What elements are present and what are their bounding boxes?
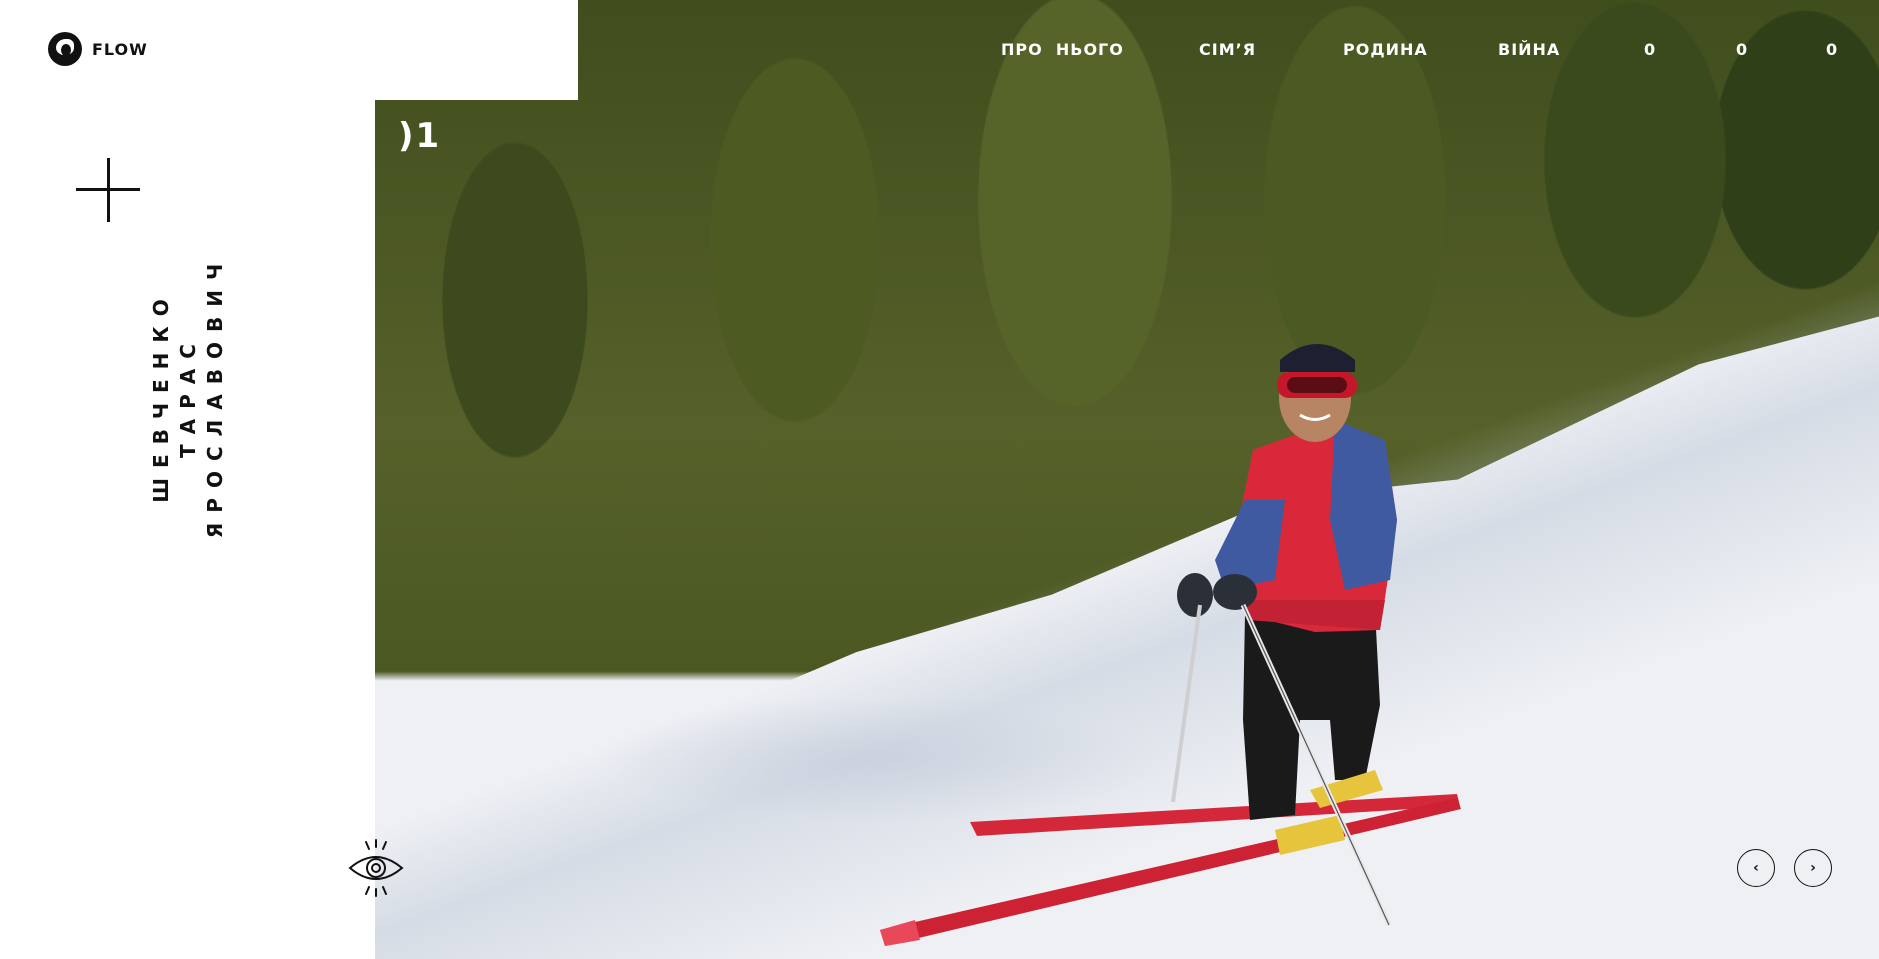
- eye-icon[interactable]: [346, 838, 406, 898]
- prev-slide-button[interactable]: ‹: [1737, 849, 1775, 887]
- hero-photo: [375, 0, 1879, 959]
- top-nav: ПРО НЬОГО СІМ’Я РОДИНА ВІЙНА 0 0 0: [0, 0, 1879, 100]
- next-slide-button[interactable]: ›: [1794, 849, 1832, 887]
- person-given-name: ТАРАС: [176, 334, 200, 458]
- nav-item-zero-2[interactable]: 0: [1736, 40, 1747, 59]
- nav-item-zero-3[interactable]: 0: [1826, 40, 1837, 59]
- nav-item-about[interactable]: ПРО НЬОГО: [1001, 40, 1124, 59]
- nav-item-zero-1[interactable]: 0: [1644, 40, 1655, 59]
- person-name-block: ШЕВЧЕНКО ТАРАС ЯРОСЛАВОВИЧ: [148, 236, 229, 556]
- nav-item-family[interactable]: СІМ’Я: [1199, 40, 1256, 59]
- chevron-left-icon: ‹: [1753, 860, 1759, 876]
- chevron-right-icon: ›: [1810, 860, 1816, 876]
- nav-item-kin[interactable]: РОДИНА: [1343, 40, 1428, 59]
- skier-figure: [880, 344, 1461, 946]
- person-surname: ШЕВЧЕНКО: [149, 289, 173, 503]
- slide-number: )1: [398, 116, 442, 156]
- person-patronymic: ЯРОСЛАВОВИЧ: [203, 253, 227, 539]
- plus-icon[interactable]: [76, 158, 140, 222]
- nav-item-war[interactable]: ВІЙНА: [1498, 40, 1560, 59]
